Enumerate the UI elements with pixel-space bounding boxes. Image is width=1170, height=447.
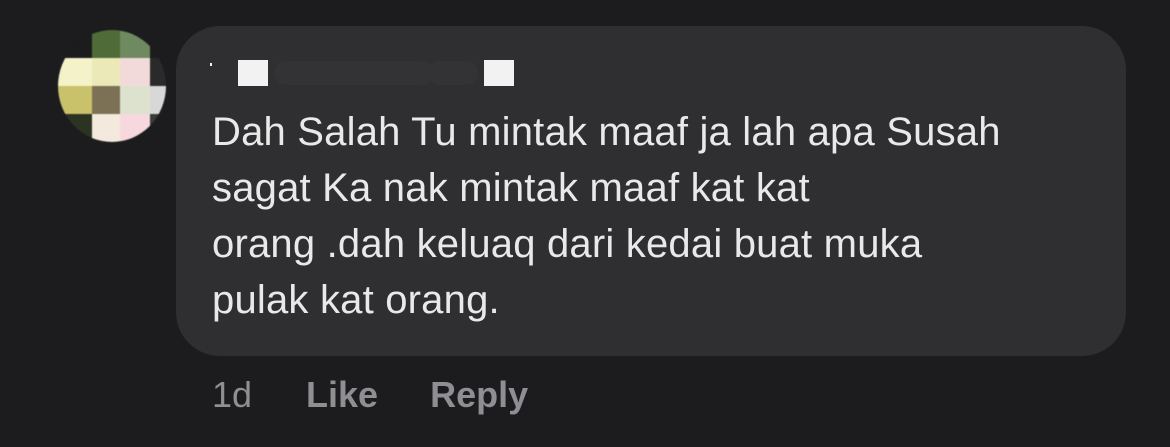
reply-button[interactable]: Reply: [430, 374, 528, 416]
redaction-mark: [238, 60, 268, 86]
avatar[interactable]: [58, 30, 166, 142]
redaction-mark: [210, 62, 212, 66]
author-name-redacted[interactable]: [210, 58, 514, 88]
comment-actions: 1d Like Reply: [212, 372, 580, 418]
redaction-mark: [484, 60, 514, 86]
comment-text-line: sagat Ka nak mintak maaf kat kat: [212, 166, 810, 210]
comment-text-line: pulak kat orang.: [212, 278, 500, 322]
comment-timestamp[interactable]: 1d: [212, 374, 252, 416]
comment-text-line: Dah Salah Tu mintak maaf ja lah apa Susa…: [212, 110, 1001, 154]
redaction-mark: [274, 61, 434, 85]
redaction-mark: [428, 61, 478, 85]
comment-text-line: orang .dah keluaq dari kedai buat muka: [212, 222, 923, 266]
like-button[interactable]: Like: [306, 374, 378, 416]
comment-row: Dah Salah Tu mintak maaf ja lah apa Susa…: [0, 0, 1170, 447]
comment-text: Dah Salah Tu mintak maaf ja lah apa Susa…: [212, 104, 1112, 328]
